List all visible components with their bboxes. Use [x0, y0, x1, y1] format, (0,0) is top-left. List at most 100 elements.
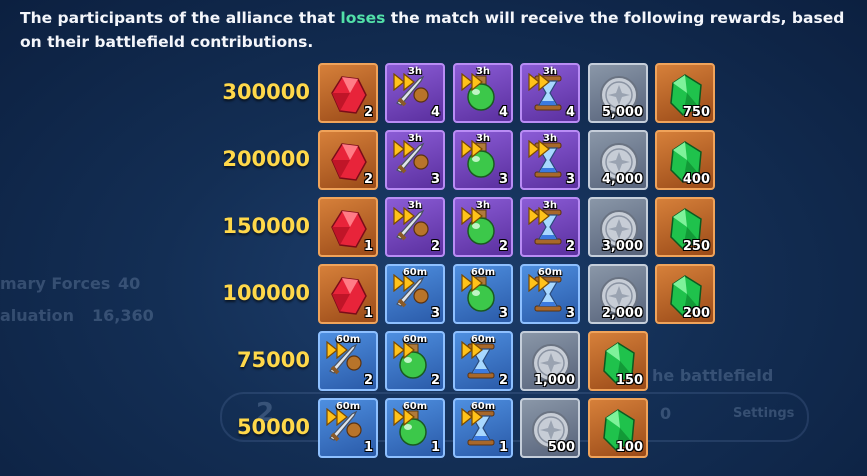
reward-quantity: 2 — [498, 373, 508, 388]
reward-item-silver-coin[interactable]: 3,000 — [588, 197, 648, 257]
reward-quantity: 4 — [498, 105, 508, 120]
rewards-description: The participants of the alliance that lo… — [20, 6, 850, 54]
reward-item-green-gem[interactable]: 100 — [588, 398, 648, 458]
reward-item-sword-speedup[interactable]: 60m 2 — [318, 331, 378, 391]
tier-score: 200000 — [222, 147, 310, 171]
reward-item-sword-speedup[interactable]: 3h 4 — [385, 63, 445, 123]
reward-item-silver-coin[interactable]: 4,000 — [588, 130, 648, 190]
reward-item-hourglass-speedup[interactable]: 60m 3 — [520, 264, 580, 324]
tier-score: 75000 — [236, 348, 310, 372]
reward-quantity: 150 — [615, 373, 643, 388]
reward-item-green-gem[interactable]: 250 — [655, 197, 715, 257]
reward-quantity: 2 — [363, 105, 373, 120]
reward-tier-row: 75000 60m 2 60m 2 60m 2 1,000 150 — [0, 328, 867, 392]
reward-quantity: 4 — [430, 105, 440, 120]
reward-quantity: 3 — [430, 172, 440, 187]
tier-score: 50000 — [236, 415, 310, 439]
reward-duration: 60m — [402, 334, 428, 345]
reward-quantity: 2 — [430, 373, 440, 388]
reward-tier-row: 300000 2 3h 4 3h 4 3h 4 5,000 750 — [0, 60, 867, 124]
tier-score: 150000 — [222, 214, 310, 238]
reward-duration: 3h — [475, 66, 491, 77]
tier-score: 100000 — [222, 281, 310, 305]
reward-quantity: 2 — [363, 373, 373, 388]
reward-duration: 3h — [407, 133, 423, 144]
reward-quantity: 1 — [498, 440, 508, 455]
reward-quantity: 100 — [615, 440, 643, 455]
reward-quantity: 1 — [363, 440, 373, 455]
reward-item-hourglass-speedup[interactable]: 3h 2 — [520, 197, 580, 257]
reward-item-sword-speedup[interactable]: 3h 3 — [385, 130, 445, 190]
reward-item-hourglass-speedup[interactable]: 60m 1 — [453, 398, 513, 458]
description-highlight: loses — [340, 9, 386, 27]
reward-quantity: 1,000 — [533, 373, 575, 388]
reward-item-hourglass-speedup[interactable]: 3h 4 — [520, 63, 580, 123]
reward-item-red-gem[interactable]: 2 — [318, 63, 378, 123]
reward-duration: 60m — [402, 401, 428, 412]
reward-tier-row: 100000 1 60m 3 60m 3 60m 3 2,000 200 — [0, 261, 867, 325]
reward-item-silver-coin[interactable]: 2,000 — [588, 264, 648, 324]
reward-duration: 3h — [407, 66, 423, 77]
reward-quantity: 2 — [498, 239, 508, 254]
reward-quantity: 4 — [565, 105, 575, 120]
reward-item-red-gem[interactable]: 2 — [318, 130, 378, 190]
reward-item-silver-coin[interactable]: 1,000 — [520, 331, 580, 391]
tier-score: 300000 — [222, 80, 310, 104]
reward-item-sword-speedup[interactable]: 60m 3 — [385, 264, 445, 324]
reward-tier-row: 150000 1 3h 2 3h 2 3h 2 3,000 250 — [0, 194, 867, 258]
reward-duration: 3h — [475, 133, 491, 144]
description-prefix: The participants of the alliance that — [20, 9, 341, 27]
reward-quantity: 3 — [430, 306, 440, 321]
reward-item-green-gem[interactable]: 200 — [655, 264, 715, 324]
reward-item-potion-speedup[interactable]: 3h 3 — [453, 130, 513, 190]
reward-quantity: 2 — [430, 239, 440, 254]
reward-item-green-gem[interactable]: 750 — [655, 63, 715, 123]
reward-duration: 3h — [407, 200, 423, 211]
reward-item-green-gem[interactable]: 400 — [655, 130, 715, 190]
reward-item-potion-speedup[interactable]: 60m 1 — [385, 398, 445, 458]
reward-item-potion-speedup[interactable]: 3h 4 — [453, 63, 513, 123]
reward-item-silver-coin[interactable]: 5,000 — [588, 63, 648, 123]
reward-quantity: 1 — [363, 239, 373, 254]
reward-duration: 60m — [335, 334, 361, 345]
reward-quantity: 1 — [363, 306, 373, 321]
reward-duration: 3h — [542, 133, 558, 144]
reward-item-potion-speedup[interactable]: 3h 2 — [453, 197, 513, 257]
reward-quantity: 250 — [682, 239, 710, 254]
reward-tier-row: 50000 60m 1 60m 1 60m 1 500 100 — [0, 395, 867, 459]
reward-quantity: 3 — [565, 172, 575, 187]
reward-quantity: 200 — [682, 306, 710, 321]
reward-item-red-gem[interactable]: 1 — [318, 197, 378, 257]
reward-quantity: 3 — [565, 306, 575, 321]
reward-duration: 3h — [475, 200, 491, 211]
reward-duration: 60m — [470, 401, 496, 412]
reward-item-red-gem[interactable]: 1 — [318, 264, 378, 324]
reward-quantity: 3 — [498, 306, 508, 321]
reward-quantity: 2 — [565, 239, 575, 254]
reward-quantity: 750 — [682, 105, 710, 120]
reward-quantity: 3,000 — [601, 239, 643, 254]
reward-quantity: 400 — [682, 172, 710, 187]
reward-item-sword-speedup[interactable]: 60m 1 — [318, 398, 378, 458]
reward-tier-row: 200000 2 3h 3 3h 3 3h 3 4,000 400 — [0, 127, 867, 191]
reward-duration: 60m — [470, 334, 496, 345]
reward-quantity: 4,000 — [601, 172, 643, 187]
reward-duration: 3h — [542, 200, 558, 211]
reward-quantity: 2 — [363, 172, 373, 187]
reward-item-green-gem[interactable]: 150 — [588, 331, 648, 391]
reward-duration: 60m — [470, 267, 496, 278]
reward-item-potion-speedup[interactable]: 60m 3 — [453, 264, 513, 324]
reward-quantity: 500 — [547, 440, 575, 455]
reward-item-silver-coin[interactable]: 500 — [520, 398, 580, 458]
reward-duration: 3h — [542, 66, 558, 77]
reward-quantity: 3 — [498, 172, 508, 187]
reward-duration: 60m — [402, 267, 428, 278]
reward-duration: 60m — [537, 267, 563, 278]
reward-quantity: 5,000 — [601, 105, 643, 120]
reward-item-potion-speedup[interactable]: 60m 2 — [385, 331, 445, 391]
reward-duration: 60m — [335, 401, 361, 412]
reward-item-hourglass-speedup[interactable]: 3h 3 — [520, 130, 580, 190]
reward-item-hourglass-speedup[interactable]: 60m 2 — [453, 331, 513, 391]
reward-quantity: 1 — [430, 440, 440, 455]
reward-item-sword-speedup[interactable]: 3h 2 — [385, 197, 445, 257]
